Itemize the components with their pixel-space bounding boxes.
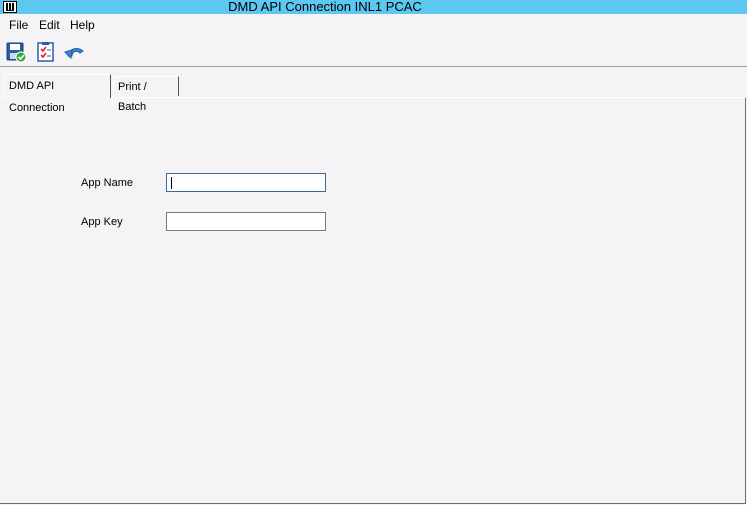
save-icon [6, 42, 27, 63]
tab-panel: App Name App Key [0, 97, 746, 504]
menu-file[interactable]: File [7, 17, 30, 33]
window-title: DMD API Connection INL1 PCAC [228, 0, 422, 14]
menu-help[interactable]: Help [68, 17, 97, 33]
undo-button[interactable] [63, 41, 85, 63]
menu-edit[interactable]: Edit [37, 17, 62, 33]
checklist-icon [37, 42, 54, 62]
app-name-label: App Name [81, 177, 133, 189]
text-caret [171, 177, 172, 189]
toolbar-separator [0, 66, 747, 67]
save-button[interactable] [5, 41, 27, 63]
toolbar [0, 38, 747, 66]
tab-print-batch[interactable]: Print / Batch [113, 76, 179, 113]
tab-strip: DMD API Connection Print / Batch [0, 74, 747, 114]
title-bar: DMD API Connection INL1 PCAC [0, 0, 747, 14]
undo-icon [64, 48, 84, 60]
app-key-label: App Key [81, 216, 123, 228]
validate-button[interactable] [35, 41, 57, 63]
menu-bar: File Edit Help [0, 14, 747, 36]
app-key-input[interactable] [166, 212, 326, 231]
tab-dmd-api-connection[interactable]: DMD API Connection [4, 74, 111, 114]
app-name-input[interactable] [166, 173, 326, 192]
